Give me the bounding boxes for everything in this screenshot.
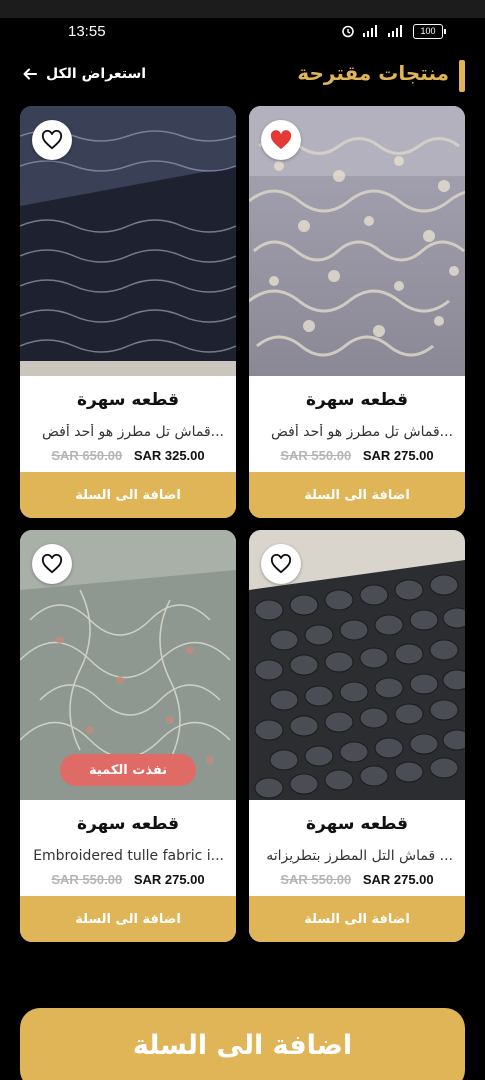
- new-price: SAR 275.00: [362, 872, 434, 887]
- product-description: قماش تل مطرز هو أحد أفض...: [42, 424, 224, 440]
- old-price: SAR 550.00: [51, 872, 123, 887]
- signal-4g-icon: [363, 25, 377, 37]
- main-add-to-cart-button[interactable]: اضافة الى السلة: [20, 1008, 465, 1080]
- battery-icon: 100: [413, 24, 446, 39]
- product-prices: SAR 650.00 SAR 325.00: [20, 448, 236, 463]
- product-description: قماش تل مطرز هو أحد أفض...: [271, 424, 453, 440]
- status-bar-strip: [0, 0, 485, 18]
- product-card[interactable]: قطعه سهرة قماش تل مطرز هو أحد أفض... SAR…: [20, 106, 236, 518]
- new-price: SAR 275.00: [133, 872, 205, 887]
- add-to-cart-button[interactable]: اضافة الى السلة: [20, 472, 236, 518]
- alarm-icon: [342, 25, 354, 38]
- section-header: منتجات مقترحة استعراض الكل: [0, 56, 485, 96]
- view-all-link[interactable]: استعراض الكل: [22, 66, 146, 82]
- title-accent-bar: [459, 60, 465, 92]
- heart-outline-icon: [41, 554, 63, 574]
- heart-outline-icon: [270, 554, 292, 574]
- heart-filled-icon: [270, 130, 292, 150]
- product-card[interactable]: قطعه سهرة قماش التل المطرز بتطريزاته ...…: [249, 530, 465, 942]
- sold-out-badge: نفذت الكمية: [60, 754, 196, 786]
- add-to-cart-button[interactable]: اضافة الى السلة: [249, 472, 465, 518]
- status-icons: [341, 24, 405, 38]
- product-name: قطعه سهرة: [305, 390, 409, 410]
- new-price: SAR 275.00: [362, 448, 434, 463]
- arrow-left-icon: [23, 68, 37, 80]
- status-time: 13:55: [68, 23, 106, 40]
- heart-outline-icon: [41, 130, 63, 150]
- add-to-cart-button[interactable]: اضافة الى السلة: [249, 896, 465, 942]
- section-title: منتجات مقترحة: [297, 61, 449, 85]
- add-to-cart-button[interactable]: اضافة الى السلة: [20, 896, 236, 942]
- product-prices: SAR 550.00 SAR 275.00: [249, 872, 465, 887]
- new-price: SAR 325.00: [133, 448, 205, 463]
- product-description: قماش التل المطرز بتطريزاته ...: [266, 848, 453, 864]
- favorite-button[interactable]: [32, 120, 72, 160]
- old-price: SAR 550.00: [280, 872, 352, 887]
- signal-icon: [388, 25, 402, 37]
- favorite-button[interactable]: [261, 120, 301, 160]
- old-price: SAR 550.00: [280, 448, 352, 463]
- product-card[interactable]: نفذت الكمية قطعه سهرة Embroidered tulle …: [20, 530, 236, 942]
- product-card[interactable]: قطعه سهرة قماش تل مطرز هو أحد أفض... SAR…: [249, 106, 465, 518]
- product-name: قطعه سهرة: [76, 814, 180, 834]
- product-description: Embroidered tulle fabric i...: [33, 848, 224, 864]
- old-price: SAR 650.00: [51, 448, 123, 463]
- status-bar: 13:55 100: [0, 0, 485, 46]
- view-all-label: استعراض الكل: [46, 66, 147, 82]
- product-prices: SAR 550.00 SAR 275.00: [249, 448, 465, 463]
- favorite-button[interactable]: [261, 544, 301, 584]
- product-name: قطعه سهرة: [76, 390, 180, 410]
- favorite-button[interactable]: [32, 544, 72, 584]
- product-name: قطعه سهرة: [305, 814, 409, 834]
- product-prices: SAR 550.00 SAR 275.00: [20, 872, 236, 887]
